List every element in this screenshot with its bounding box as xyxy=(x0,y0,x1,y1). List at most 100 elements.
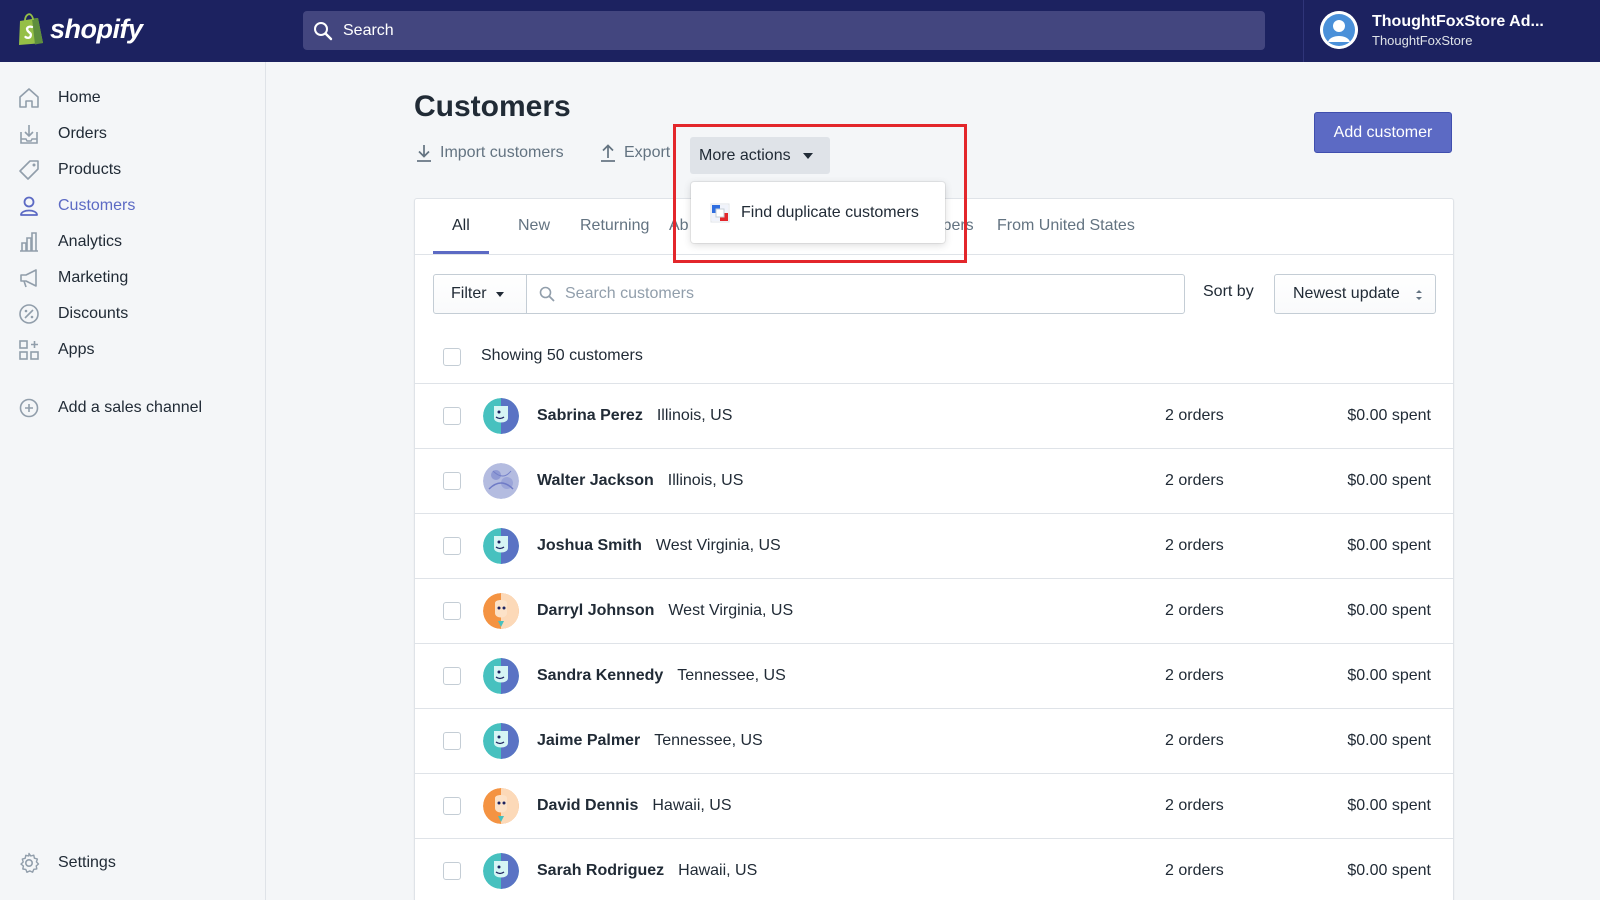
orders-icon xyxy=(20,125,38,144)
customer-orders: 2 orders xyxy=(1165,797,1224,814)
export-button[interactable]: Export xyxy=(598,143,670,163)
customer-name[interactable]: Darryl Johnson West Virginia, US xyxy=(537,602,793,620)
find-duplicate-customers-item[interactable]: Find duplicate customers xyxy=(691,182,945,243)
global-search-input[interactable]: Search xyxy=(303,11,1265,50)
customer-name[interactable]: Sandra Kennedy Tennessee, US xyxy=(537,667,786,685)
customer-location: Illinois, US xyxy=(656,407,733,424)
customer-location: Hawaii, US xyxy=(652,797,732,814)
customer-name[interactable]: Sarah Rodriguez Hawaii, US xyxy=(537,862,757,880)
sort-label: Sort by xyxy=(1203,283,1254,300)
row-checkbox[interactable] xyxy=(443,407,461,425)
tab-from-united-states[interactable]: From United States xyxy=(997,217,1135,235)
person-icon xyxy=(20,196,38,216)
home-icon xyxy=(19,88,39,108)
sidebar-item-label: Analytics xyxy=(58,233,123,250)
customer-row[interactable]: Jaime Palmer Tennessee, US 2 orders $0.00 s… xyxy=(415,708,1453,773)
customer-name[interactable]: Sabrina Perez Illinois, US xyxy=(537,407,732,425)
customer-spent: $0.00 spent xyxy=(1347,732,1431,749)
customer-spent: $0.00 spent xyxy=(1347,407,1431,424)
row-checkbox[interactable] xyxy=(443,472,461,490)
tag-icon xyxy=(19,160,39,180)
customer-row[interactable]: Joshua Smith West Virginia, US 2 orders $0.… xyxy=(415,513,1453,578)
import-customers-button[interactable]: Import customers xyxy=(414,143,564,163)
add-customer-button[interactable]: Add customer xyxy=(1314,112,1452,153)
customer-location: Illinois, US xyxy=(667,472,744,489)
customer-row[interactable]: Walter Jackson Illinois, US 2 orders $0.00 … xyxy=(415,448,1453,513)
sidebar-item-settings[interactable]: Settings xyxy=(18,848,116,878)
plus-circle-icon xyxy=(19,398,39,418)
sidebar-item-label: Home xyxy=(58,89,101,106)
tab-abandoned[interactable]: Ab xyxy=(669,217,689,235)
sidebar-item-label: Customers xyxy=(58,197,136,214)
tab-all[interactable]: All xyxy=(452,217,470,235)
search-customers-input[interactable]: Search customers xyxy=(526,274,1185,314)
row-checkbox[interactable] xyxy=(443,667,461,685)
sidebar-item-discounts[interactable]: Discounts xyxy=(18,299,128,329)
customer-orders: 2 orders xyxy=(1165,407,1224,424)
avatar xyxy=(1320,11,1358,49)
add-channel-label: Add a sales channel xyxy=(58,399,203,416)
sidebar-item-label: Orders xyxy=(58,125,107,142)
customer-row[interactable]: Sabrina Perez Illinois, US 2 orders $0.00 s… xyxy=(415,383,1453,448)
sidebar-item-orders[interactable]: Orders xyxy=(18,119,107,149)
select-all-checkbox[interactable] xyxy=(443,348,461,366)
customer-spent: $0.00 spent xyxy=(1347,667,1431,684)
sidebar-item-home[interactable]: Home xyxy=(18,83,101,113)
customer-name[interactable]: Joshua Smith West Virginia, US xyxy=(537,537,781,555)
search-placeholder: Search xyxy=(343,21,394,39)
account-name: ThoughtFoxStore Ad... xyxy=(1372,12,1544,30)
settings-label: Settings xyxy=(58,854,116,871)
add-sales-channel[interactable]: Add a sales channel xyxy=(18,393,202,423)
sidebar: Home Orders Products Customers Analytics… xyxy=(0,62,266,900)
customer-spent: $0.00 spent xyxy=(1347,472,1431,489)
customer-avatar xyxy=(483,658,519,694)
caret-down-icon xyxy=(495,291,504,297)
customer-avatar xyxy=(483,853,519,889)
row-checkbox[interactable] xyxy=(443,862,461,880)
export-icon xyxy=(601,144,615,162)
customer-spent: $0.00 spent xyxy=(1347,537,1431,554)
row-checkbox[interactable] xyxy=(443,602,461,620)
sort-select[interactable]: Newest update xyxy=(1274,274,1436,314)
filter-label: Filter xyxy=(451,285,487,302)
sidebar-item-customers[interactable]: Customers xyxy=(18,191,135,221)
export-label: Export xyxy=(624,144,671,161)
customer-name[interactable]: Walter Jackson Illinois, US xyxy=(537,472,743,490)
customer-location: West Virginia, US xyxy=(655,537,781,554)
sidebar-item-marketing[interactable]: Marketing xyxy=(18,263,128,293)
discount-icon xyxy=(19,304,39,324)
customer-location: Tennessee, US xyxy=(677,667,786,684)
customer-avatar xyxy=(483,723,519,759)
sidebar-item-analytics[interactable]: Analytics xyxy=(18,227,122,257)
row-checkbox[interactable] xyxy=(443,797,461,815)
row-checkbox[interactable] xyxy=(443,732,461,750)
customer-orders: 2 orders xyxy=(1165,667,1224,684)
sidebar-item-products[interactable]: Products xyxy=(18,155,121,185)
customer-name[interactable]: Jaime Palmer Tennessee, US xyxy=(537,732,763,750)
sidebar-item-label: Marketing xyxy=(58,269,129,286)
apps-icon xyxy=(19,340,39,360)
row-checkbox[interactable] xyxy=(443,537,461,555)
filter-button[interactable]: Filter xyxy=(433,274,527,314)
customer-row[interactable]: Sandra Kennedy Tennessee, US 2 orders $0.00… xyxy=(415,643,1453,708)
sidebar-item-apps[interactable]: Apps xyxy=(18,335,94,365)
customer-row[interactable]: Sarah Rodriguez Hawaii, US 2 orders $0.00 s… xyxy=(415,838,1453,900)
search-icon xyxy=(314,21,333,40)
customer-avatar xyxy=(483,463,519,499)
customer-orders: 2 orders xyxy=(1165,862,1224,879)
shopify-logo[interactable]: shopify xyxy=(16,12,143,46)
more-actions-button[interactable]: More actions xyxy=(690,137,830,174)
customer-row[interactable]: David Dennis Hawaii, US 2 orders $0.00 spen… xyxy=(415,773,1453,838)
customer-row[interactable]: Darryl Johnson West Virginia, US 2 orders $… xyxy=(415,578,1453,643)
sidebar-item-label: Products xyxy=(58,161,122,178)
top-bar: shopify Search ThoughtFoxStore Ad... Tho… xyxy=(0,0,1600,62)
showing-count: Showing 50 customers xyxy=(481,347,643,364)
customer-name[interactable]: David Dennis Hawaii, US xyxy=(537,797,732,815)
user-avatar-icon xyxy=(1320,11,1358,49)
account-menu[interactable]: ThoughtFoxStore Ad... ThoughtFoxStore xyxy=(1320,11,1544,49)
tab-new[interactable]: New xyxy=(518,217,550,235)
tab-returning[interactable]: Returning xyxy=(580,217,649,235)
customer-spent: $0.00 spent xyxy=(1347,797,1431,814)
caret-down-icon xyxy=(802,152,813,159)
import-label: Import customers xyxy=(440,144,564,161)
